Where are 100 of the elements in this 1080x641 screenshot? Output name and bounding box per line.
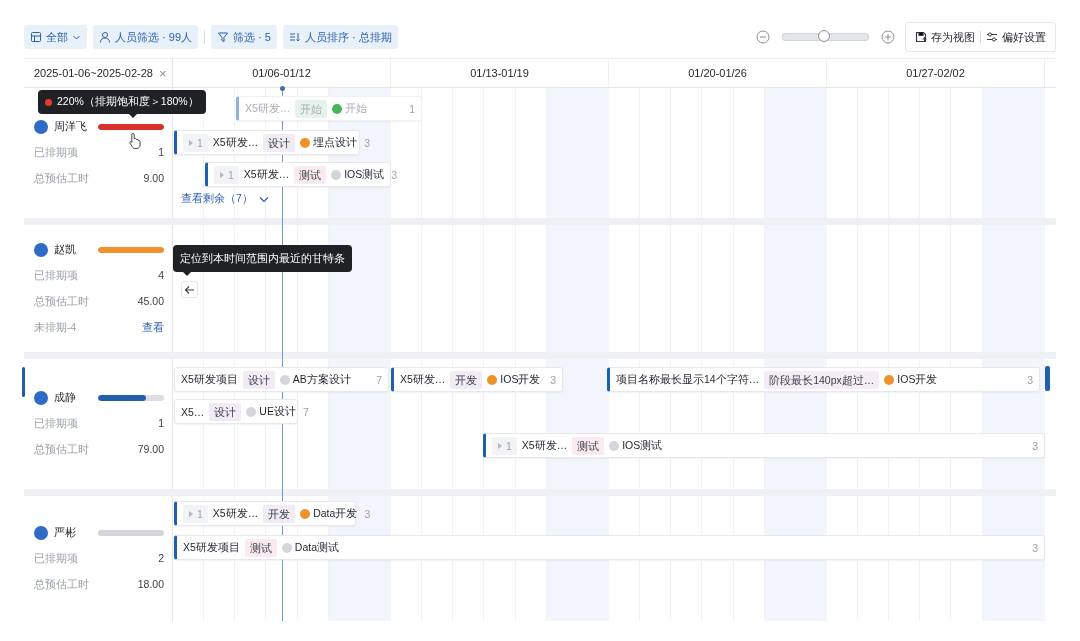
- unscheduled-label: 未排期-4: [34, 320, 77, 335]
- stat-label: 总预估工时: [34, 172, 89, 186]
- stage-tag: 设计: [209, 402, 242, 421]
- preferences-button[interactable]: 偏好设置: [981, 29, 1051, 45]
- save-icon: [915, 31, 927, 43]
- task-bar[interactable]: X5研发项目 设计 AB方案设计 7: [174, 367, 389, 392]
- task-count: 3: [1031, 541, 1038, 554]
- task-name: IOS开发: [897, 372, 938, 387]
- locate-button[interactable]: [181, 281, 198, 298]
- stat-value: 2: [158, 551, 164, 566]
- week-label: 01/27-02/02: [906, 67, 965, 79]
- save-view-button[interactable]: 存为视图: [910, 29, 980, 45]
- task-name: Data测试: [294, 540, 340, 555]
- project-name: X5研发…: [243, 167, 290, 182]
- zoom-slider[interactable]: [782, 33, 869, 41]
- triangle-icon: [497, 441, 503, 450]
- task-bar[interactable]: X5研发项目 测试 Data测试 3: [174, 535, 1045, 560]
- avatar: [34, 525, 48, 540]
- task-count: 3: [363, 507, 371, 520]
- stat-label: 总预估工时: [34, 577, 89, 592]
- stage-tag: 开发: [263, 504, 296, 523]
- task-count: 1: [408, 102, 415, 115]
- person-name: 赵凯: [54, 242, 76, 257]
- task-name: 开始: [345, 101, 368, 116]
- week-label: 01/06-01/12: [252, 67, 311, 79]
- filter-button[interactable]: 人员筛选 · 99人: [93, 25, 198, 49]
- show-more-link[interactable]: 查看剩余（7）: [181, 192, 269, 206]
- project-name: 项目名称最长显示14个字符…: [616, 372, 760, 387]
- task-bar[interactable]: X5研发… 开发 IOS开发 3: [391, 367, 563, 392]
- task-count: 3: [363, 136, 371, 149]
- stage-tag: 测试: [294, 165, 327, 184]
- task-count: 3: [549, 373, 556, 386]
- stat-label: 已排期项: [34, 268, 78, 283]
- stat-value: 45.00: [137, 294, 164, 309]
- triangle-icon: [188, 138, 194, 147]
- project-name: X5研发…: [212, 506, 259, 521]
- tooltip-pointer-icon: [182, 271, 192, 276]
- triangle-icon: [188, 509, 194, 518]
- project-name: X5…: [181, 405, 205, 418]
- hand-cursor-icon: [128, 132, 142, 150]
- stage-tag: 开始: [295, 99, 328, 118]
- zoom-in-icon[interactable]: [881, 30, 895, 44]
- stat-label: 已排期项: [34, 146, 78, 160]
- stat-value: 18.00: [137, 577, 164, 592]
- date-range: 2025-01-06~2025-02-28: [34, 67, 153, 79]
- sort-icon: [288, 31, 301, 43]
- settings-icon: [986, 31, 998, 43]
- stat-value: 4: [158, 268, 164, 283]
- person-icon: [99, 31, 111, 43]
- task-name: IOS测试: [622, 438, 663, 453]
- zoom-out-icon[interactable]: [756, 30, 770, 44]
- task-bar-edge: [1045, 366, 1050, 391]
- stage-tag: 测试: [572, 436, 605, 455]
- task-count: 7: [301, 405, 309, 418]
- task-name: UE设计: [259, 404, 296, 419]
- project-name: X5研发…: [212, 135, 259, 150]
- stat-value: 79.00: [137, 443, 164, 457]
- project-name: X5研发…: [245, 101, 291, 116]
- project-name: X5研发项目: [181, 372, 238, 387]
- stat-label: 总预估工时: [34, 443, 89, 457]
- person-name: 成静: [54, 391, 76, 405]
- stat-value: 9.00: [143, 172, 164, 186]
- task-count: 3: [1026, 373, 1033, 386]
- filter-button[interactable]: 人员排序 · 总排期: [282, 25, 398, 49]
- project-name: X5研发…: [521, 438, 568, 453]
- clear-button[interactable]: ×: [158, 65, 167, 81]
- week-label: 01/13-01/19: [470, 67, 529, 79]
- task-name: 埋点设计: [313, 135, 358, 150]
- project-name: X5研发…: [400, 372, 446, 387]
- filter-icon: [217, 31, 229, 43]
- week-label: 01/20-01/26: [688, 67, 747, 79]
- task-name: AB方案设计: [292, 372, 351, 387]
- avatar: [34, 391, 48, 405]
- stat-value: 1: [158, 417, 164, 431]
- stat-label: 总预估工时: [34, 294, 89, 309]
- task-name: IOS测试: [344, 167, 385, 182]
- tooltip-text: 220%（排期饱和度＞180%）: [57, 95, 199, 109]
- stage-tag: 测试: [244, 538, 277, 557]
- chevron-icon: [258, 194, 269, 204]
- task-count: 7: [375, 373, 382, 386]
- locate-tooltip: 定位到本时间范围内最近的甘特条: [173, 245, 352, 276]
- filter-button[interactable]: 筛选 · 5: [211, 25, 277, 49]
- stage-tag: 设计: [263, 133, 296, 152]
- stage-tag: 开发: [450, 370, 483, 389]
- stat-value: 1: [158, 146, 164, 160]
- view-link[interactable]: 查看: [142, 320, 164, 335]
- avatar: [34, 120, 48, 134]
- project-name: X5研发项目: [183, 540, 240, 555]
- task-count: 3: [390, 168, 398, 181]
- task-name: Data开发: [313, 506, 358, 521]
- task-count: 3: [1031, 439, 1038, 452]
- task-bar[interactable]: 1 X5研发… 测试 IOS测试 3: [483, 433, 1045, 458]
- stat-label: 已排期项: [34, 551, 78, 566]
- person-name: 周洋飞: [54, 120, 87, 134]
- stage-tag: 设计: [242, 370, 275, 389]
- stage-tag: 阶段最长140px超过…: [764, 370, 880, 389]
- filter-button[interactable]: 全部: [24, 25, 87, 49]
- task-bar[interactable]: 项目名称最长显示14个字符… 阶段最长140px超过… IOS开发 3: [607, 367, 1040, 392]
- person-name: 严彬: [54, 525, 76, 540]
- slider-thumb[interactable]: [817, 30, 830, 42]
